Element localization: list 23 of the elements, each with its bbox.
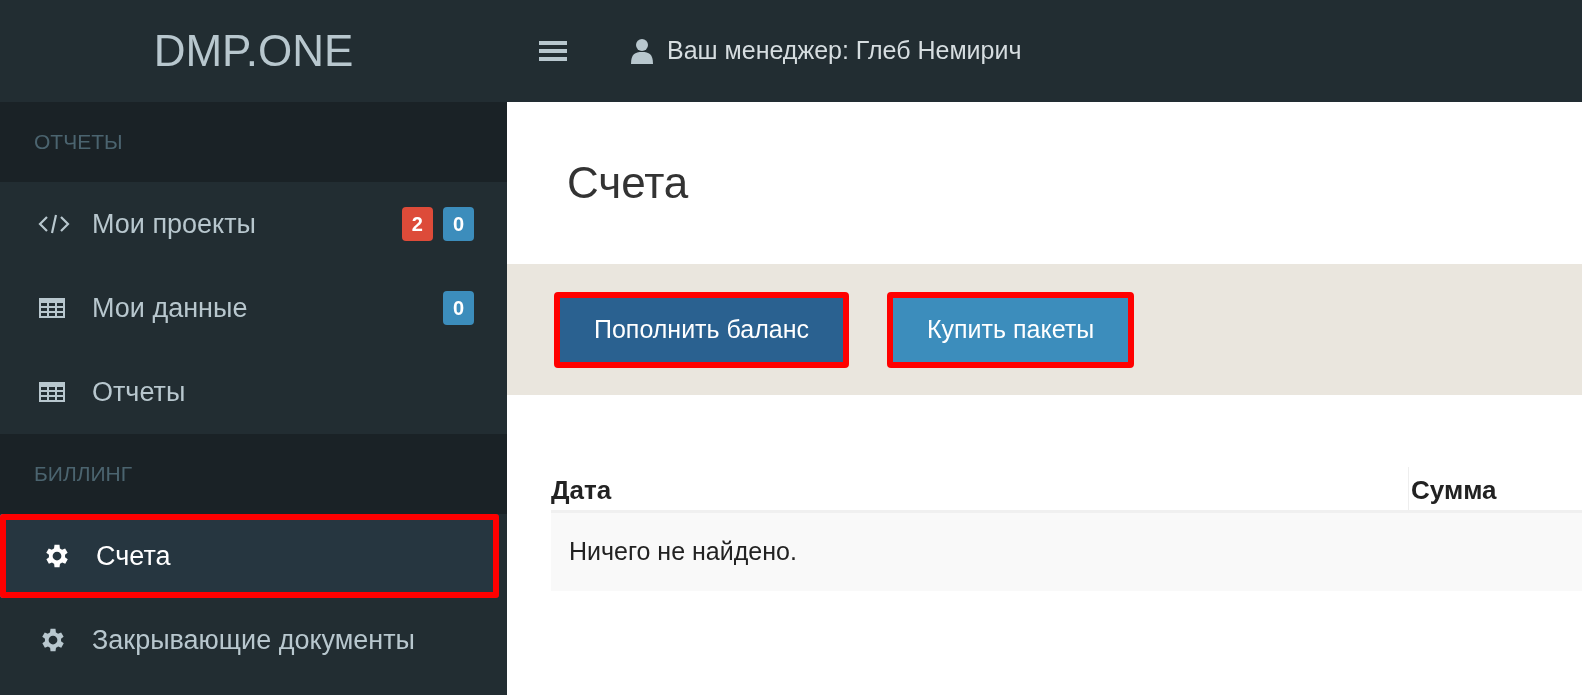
logo[interactable]: DMP.ONE bbox=[153, 18, 354, 84]
sidebar-item[interactable]: Мои данные 0 bbox=[0, 266, 507, 350]
user-icon bbox=[631, 38, 653, 64]
code-icon bbox=[38, 213, 70, 235]
count-badge: 0 bbox=[442, 207, 474, 241]
count-badge: 0 bbox=[442, 291, 474, 325]
section-header: БИЛЛИНГ bbox=[34, 461, 133, 488]
empty-message: Ничего не найдено. bbox=[569, 536, 797, 568]
sidebar-item[interactable]: Закрывающие документы bbox=[0, 598, 507, 682]
sidebar-item[interactable]: Счета bbox=[0, 514, 499, 598]
table-icon bbox=[38, 381, 66, 403]
count-badge: 2 bbox=[401, 207, 433, 241]
sidebar-item[interactable]: Отчеты bbox=[0, 350, 507, 434]
section-header: ОТЧЕТЫ bbox=[34, 129, 123, 156]
table-icon bbox=[38, 297, 66, 319]
page-title: Счета bbox=[567, 157, 689, 209]
action-button[interactable]: Пополнить баланс bbox=[554, 291, 849, 368]
sidebar-item[interactable]: Мои проекты 2 0 bbox=[0, 182, 507, 266]
menu-icon[interactable] bbox=[539, 39, 567, 63]
column-header: Сумма bbox=[1408, 467, 1497, 510]
manager-label: Ваш менеджер: Глеб Немирич bbox=[667, 35, 1022, 67]
action-button[interactable]: Купить пакеты bbox=[887, 291, 1135, 368]
column-header: Дата bbox=[551, 474, 613, 507]
